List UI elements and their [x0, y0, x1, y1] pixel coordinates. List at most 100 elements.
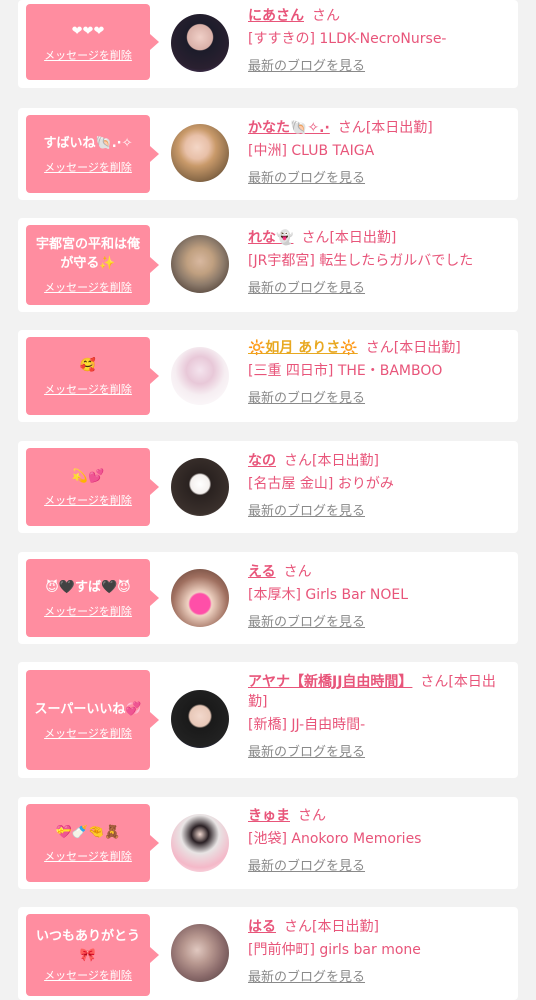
- honorific: さん: [337, 120, 366, 136]
- latest-blog-link[interactable]: 最新のブログを見る: [248, 741, 365, 760]
- card-info: なの さん[本日出勤] [名古屋 金山] おりがみ 最新のブログを見る: [248, 451, 510, 519]
- honorific: さん: [365, 340, 394, 356]
- message-text: 💝🍼🤏🧸: [55, 824, 121, 840]
- delete-message-link[interactable]: メッセージを削除: [44, 848, 132, 864]
- shop-text: [JR宇都宮] 転生したらガルバでした: [248, 253, 474, 269]
- latest-blog-link[interactable]: 最新のブログを見る: [248, 611, 365, 630]
- delete-message-link[interactable]: メッセージを削除: [44, 381, 132, 397]
- message-bubble: スーパーいいね💞 メッセージを削除: [26, 670, 159, 770]
- message-bubble: 😈🖤すば🖤😈 メッセージを削除: [26, 559, 159, 637]
- message-bubble: 💝🍼🤏🧸 メッセージを削除: [26, 804, 159, 882]
- card-info: れな👻 さん[本日出勤] [JR宇都宮] 転生したらガルバでした 最新のブログを見…: [248, 228, 510, 296]
- latest-blog-link[interactable]: 最新のブログを見る: [248, 55, 365, 74]
- shop-text: [新橋] JJ-自由時間-: [248, 717, 366, 733]
- shop-text: [名古屋 金山] おりがみ: [248, 476, 394, 492]
- name-line: にあさん さん: [248, 6, 510, 26]
- card-info: える さん [本厚木] Girls Bar NOEL 最新のブログを見る: [248, 562, 510, 630]
- user-name-link[interactable]: アヤナ【新橋JJ自由時間】: [248, 674, 412, 690]
- avatar[interactable]: [171, 690, 229, 748]
- message-bubble: すばいね🐚.·✧ メッセージを削除: [26, 115, 159, 193]
- user-name-link[interactable]: える: [248, 564, 276, 580]
- name-line: かなた🐚✧.· さん[本日出勤]: [248, 118, 510, 138]
- user-name-link[interactable]: はる: [248, 919, 276, 935]
- name-line: きゅま さん: [248, 806, 510, 826]
- card-info: 🔆如月 ありさ🔆 さん[本日出勤] [三重 四日市] THE・BAMBOO 最新の…: [248, 338, 510, 406]
- avatar[interactable]: [171, 235, 229, 293]
- delete-message-link[interactable]: メッセージを削除: [44, 47, 132, 63]
- avatar[interactable]: [171, 14, 229, 72]
- user-name-link[interactable]: にあさん: [248, 8, 304, 24]
- avatar[interactable]: [171, 347, 229, 405]
- name-line: アヤナ【新橋JJ自由時間】 さん[本日出勤]: [248, 672, 510, 712]
- delete-message-link[interactable]: メッセージを削除: [44, 603, 132, 619]
- avatar[interactable]: [171, 124, 229, 182]
- name-line: なの さん[本日出勤]: [248, 451, 510, 471]
- card-info: きゅま さん [池袋] Anokoro Memories 最新のブログを見る: [248, 806, 510, 874]
- card-info: アヤナ【新橋JJ自由時間】 さん[本日出勤] [新橋] JJ-自由時間- 最新のブ…: [248, 672, 510, 760]
- honorific: さん: [301, 230, 330, 246]
- message-text: 宇都宮の平和は俺が守る✨: [35, 237, 140, 271]
- honorific: さん: [284, 919, 312, 935]
- shop-text: [三重 四日市] THE・BAMBOO: [248, 363, 443, 379]
- delete-message-link[interactable]: メッセージを削除: [44, 159, 132, 175]
- message-text: 🥰: [79, 357, 97, 373]
- status-text: [本日出勤]: [393, 340, 461, 356]
- shop-text: [中洲] CLUB TAIGA: [248, 143, 375, 159]
- message-card: 宇都宮の平和は俺が守る✨ メッセージを削除 れな👻 さん[本日出勤] [JR宇都宮…: [18, 218, 518, 312]
- honorific: さん: [298, 808, 326, 824]
- delete-message-link[interactable]: メッセージを削除: [44, 492, 132, 508]
- message-bubble: 宇都宮の平和は俺が守る✨ メッセージを削除: [26, 225, 159, 305]
- shop-text: [本厚木] Girls Bar NOEL: [248, 587, 409, 603]
- message-text: すばいね🐚.·✧: [43, 135, 133, 151]
- user-name-link[interactable]: なの: [248, 453, 276, 469]
- message-card: スーパーいいね💞 メッセージを削除 アヤナ【新橋JJ自由時間】 さん[本日出勤] …: [18, 662, 518, 778]
- avatar[interactable]: [171, 569, 229, 627]
- message-text: 💫💕: [71, 468, 105, 484]
- latest-blog-link[interactable]: 最新のブログを見る: [248, 167, 365, 186]
- card-info: にあさん さん [すすきの] 1LDK-NecroNurse- 最新のブログを見る: [248, 6, 510, 74]
- message-card: 💝🍼🤏🧸 メッセージを削除 きゅま さん [池袋] Anokoro Memorie…: [18, 797, 518, 889]
- message-bubble: 🥰 メッセージを削除: [26, 337, 159, 415]
- user-name-link[interactable]: れな👻: [248, 230, 293, 246]
- card-info: かなた🐚✧.· さん[本日出勤] [中洲] CLUB TAIGA 最新のブログを見…: [248, 118, 510, 186]
- message-card: 💫💕 メッセージを削除 なの さん[本日出勤] [名古屋 金山] おりがみ 最新の…: [18, 441, 518, 533]
- message-card: ❤❤❤ メッセージを削除 にあさん さん [すすきの] 1LDK-NecroNur…: [18, 0, 518, 88]
- delete-message-link[interactable]: メッセージを削除: [44, 725, 132, 741]
- latest-blog-link[interactable]: 最新のブログを見る: [248, 855, 365, 874]
- status-text: [本日出勤]: [329, 230, 397, 246]
- avatar[interactable]: [171, 458, 229, 516]
- delete-message-link[interactable]: メッセージを削除: [44, 967, 132, 983]
- user-name-link[interactable]: かなた🐚✧.·: [248, 120, 330, 136]
- name-line: える さん: [248, 562, 510, 582]
- shop-text: [すすきの] 1LDK-NecroNurse-: [248, 31, 447, 47]
- latest-blog-link[interactable]: 最新のブログを見る: [248, 500, 365, 519]
- shop-text: [池袋] Anokoro Memories: [248, 831, 422, 847]
- avatar[interactable]: [171, 924, 229, 982]
- message-card: すばいね🐚.·✧ メッセージを削除 かなた🐚✧.· さん[本日出勤] [中洲] C…: [18, 108, 518, 200]
- name-line: 🔆如月 ありさ🔆 さん[本日出勤]: [248, 338, 510, 358]
- status-text: [本日出勤]: [312, 453, 379, 469]
- honorific: さん: [284, 453, 312, 469]
- name-line: はる さん[本日出勤]: [248, 917, 510, 937]
- message-text: いつもありがとう🎀: [35, 929, 140, 963]
- message-text: スーパーいいね💞: [34, 701, 142, 717]
- latest-blog-link[interactable]: 最新のブログを見る: [248, 966, 365, 985]
- message-card: 😈🖤すば🖤😈 メッセージを削除 える さん [本厚木] Girls Bar NOE…: [18, 552, 518, 644]
- delete-message-link[interactable]: メッセージを削除: [44, 279, 132, 295]
- avatar[interactable]: [171, 814, 229, 872]
- user-name-link[interactable]: きゅま: [248, 808, 290, 824]
- status-text: [本日出勤]: [365, 120, 433, 136]
- message-bubble: 💫💕 メッセージを削除: [26, 448, 159, 526]
- honorific: さん: [283, 564, 312, 580]
- status-text: [本日出勤]: [312, 919, 379, 935]
- honorific: さん: [312, 8, 340, 24]
- name-line: れな👻 さん[本日出勤]: [248, 228, 510, 248]
- latest-blog-link[interactable]: 最新のブログを見る: [248, 387, 365, 406]
- user-name-link[interactable]: 🔆如月 ありさ🔆: [248, 340, 358, 356]
- message-bubble: ❤❤❤ メッセージを削除: [26, 4, 159, 80]
- message-bubble: いつもありがとう🎀 メッセージを削除: [26, 914, 159, 996]
- message-text: ❤❤❤: [71, 23, 105, 39]
- latest-blog-link[interactable]: 最新のブログを見る: [248, 277, 365, 296]
- card-info: はる さん[本日出勤] [門前仲町] girls bar mone 最新のブログを…: [248, 917, 510, 985]
- message-card: 🥰 メッセージを削除 🔆如月 ありさ🔆 さん[本日出勤] [三重 四日市] THE…: [18, 330, 518, 422]
